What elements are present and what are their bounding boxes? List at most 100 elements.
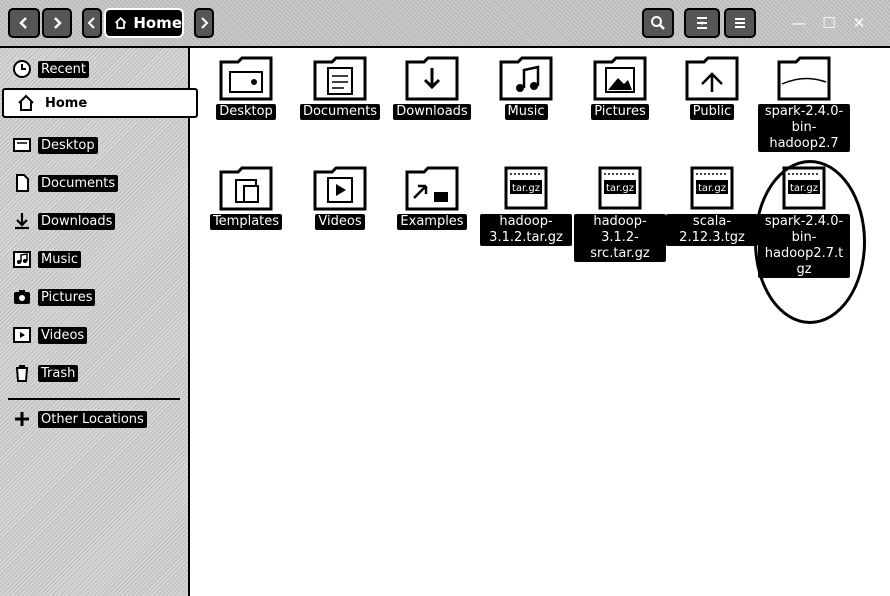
file-item-music[interactable]: Music (480, 54, 572, 120)
location-label: Home (133, 14, 182, 32)
file-name: Music (504, 104, 548, 120)
file-item-scala-archive[interactable]: tar.gz scala-2.12.3.tgz (666, 164, 758, 246)
document-icon (16, 174, 29, 192)
file-item-downloads[interactable]: Downloads (386, 54, 478, 120)
desktop-folder-icon (13, 138, 31, 152)
minimize-icon: — (791, 14, 807, 32)
file-name: hadoop-3.1.2-src.tar.gz (574, 214, 666, 262)
chevron-left-icon (87, 17, 95, 29)
sidebar-item-videos[interactable]: Videos (0, 320, 188, 350)
file-item-spark-folder[interactable]: spark-2.4.0-bin-hadoop2.7 (758, 54, 850, 152)
chevron-right-icon (54, 17, 62, 29)
close-button[interactable]: ✕ (848, 12, 870, 34)
archive-icon: tar.gz (598, 166, 642, 210)
music-icon (13, 251, 31, 268)
sidebar-item-label: Music (38, 250, 81, 268)
music-folder-icon (499, 56, 553, 101)
file-item-templates[interactable]: Templates (200, 164, 292, 230)
sidebar-item-music[interactable]: Music (0, 244, 188, 274)
file-item-videos[interactable]: Videos (294, 164, 386, 230)
sidebar-item-label: Recent (38, 60, 89, 78)
path-scroll-right-button[interactable] (194, 8, 214, 38)
file-name: Downloads (393, 104, 471, 120)
public-folder-icon (685, 56, 739, 101)
clock-icon (13, 60, 31, 78)
pictures-folder-icon (593, 56, 647, 101)
sidebar-item-label: Desktop (38, 136, 98, 154)
forward-button[interactable] (42, 8, 72, 38)
menu-button[interactable] (724, 8, 756, 38)
view-options-button[interactable] (684, 8, 720, 38)
downloads-folder-icon (405, 56, 459, 101)
archive-icon: tar.gz (504, 166, 548, 210)
sidebar-item-other-locations[interactable]: Other Locations (0, 404, 188, 434)
view-options-icon (697, 17, 707, 29)
search-button[interactable] (642, 8, 674, 38)
file-item-desktop[interactable]: Desktop (200, 54, 292, 120)
maximize-button[interactable]: ☐ (818, 12, 840, 34)
file-name: Public (689, 104, 735, 120)
file-name: Desktop (216, 104, 276, 120)
file-name: spark-2.4.0-bin-hadoop2.7.tgz (758, 214, 850, 278)
file-name: Pictures (591, 104, 649, 120)
sidebar-item-label: Documents (38, 174, 119, 192)
templates-folder-icon (219, 166, 273, 211)
home-icon (18, 94, 34, 111)
videos-folder-icon (313, 166, 367, 211)
file-grid: Desktop Documents Downloads Music Pictur… (190, 48, 890, 596)
file-item-public[interactable]: Public (666, 54, 758, 120)
file-name: hadoop-3.1.2.tar.gz (480, 214, 572, 246)
sidebar-item-trash[interactable]: Trash (0, 358, 188, 388)
sidebar: Recent Home Desktop Documents Downloads … (0, 48, 198, 596)
file-item-spark-archive[interactable]: tar.gz spark-2.4.0-bin-hadoop2.7.tgz (758, 164, 850, 278)
svg-text:tar.gz: tar.gz (512, 183, 540, 194)
svg-text:tar.gz: tar.gz (698, 183, 726, 194)
search-icon (651, 16, 665, 30)
minimize-button[interactable]: — (788, 12, 810, 34)
sidebar-item-home[interactable]: Home (2, 88, 198, 118)
path-scroll-left-button[interactable] (82, 8, 102, 38)
location-home-tab[interactable]: Home (104, 8, 184, 38)
sidebar-item-documents[interactable]: Documents (0, 168, 188, 198)
sidebar-item-label: Other Locations (38, 410, 147, 428)
sidebar-item-label: Videos (38, 326, 88, 344)
documents-folder-icon (313, 56, 367, 101)
file-name: Templates (209, 214, 283, 230)
sidebar-item-pictures[interactable]: Pictures (0, 282, 188, 312)
back-button[interactable] (8, 8, 40, 38)
file-item-documents[interactable]: Documents (294, 54, 386, 120)
file-name: Examples (397, 214, 467, 230)
camera-icon (14, 290, 30, 304)
svg-text:tar.gz: tar.gz (790, 183, 818, 194)
file-name: scala-2.12.3.tgz (666, 214, 758, 246)
sidebar-item-label: Home (42, 94, 91, 112)
plus-icon (15, 412, 29, 426)
sidebar-item-desktop[interactable]: Desktop (0, 130, 188, 160)
file-item-hadoop-src-archive[interactable]: tar.gz hadoop-3.1.2-src.tar.gz (574, 164, 666, 262)
sidebar-separator (8, 398, 180, 400)
examples-folder-icon (405, 166, 459, 211)
chevron-left-icon (19, 17, 27, 29)
sidebar-item-label: Trash (38, 364, 79, 382)
sidebar-item-label: Pictures (38, 288, 96, 306)
file-item-hadoop-archive[interactable]: tar.gz hadoop-3.1.2.tar.gz (480, 164, 572, 246)
file-name: Videos (315, 214, 365, 230)
maximize-icon: ☐ (822, 14, 836, 32)
file-name: spark-2.4.0-bin-hadoop2.7 (758, 104, 850, 152)
sidebar-item-recent[interactable]: Recent (0, 54, 188, 84)
download-icon (15, 213, 29, 230)
file-item-examples[interactable]: Examples (386, 164, 478, 230)
svg-text:tar.gz: tar.gz (606, 183, 634, 194)
trash-icon (16, 365, 28, 382)
video-icon (13, 327, 31, 343)
archive-icon: tar.gz (782, 166, 826, 210)
home-icon (115, 16, 127, 29)
folder-icon (777, 56, 831, 101)
archive-icon: tar.gz (690, 166, 734, 210)
header-bar: Home — ☐ ✕ (0, 0, 890, 48)
file-item-pictures[interactable]: Pictures (574, 54, 666, 120)
chevron-right-icon (201, 17, 209, 29)
sidebar-item-label: Downloads (38, 212, 116, 230)
sidebar-item-downloads[interactable]: Downloads (0, 206, 188, 236)
hamburger-menu-icon (735, 18, 745, 28)
